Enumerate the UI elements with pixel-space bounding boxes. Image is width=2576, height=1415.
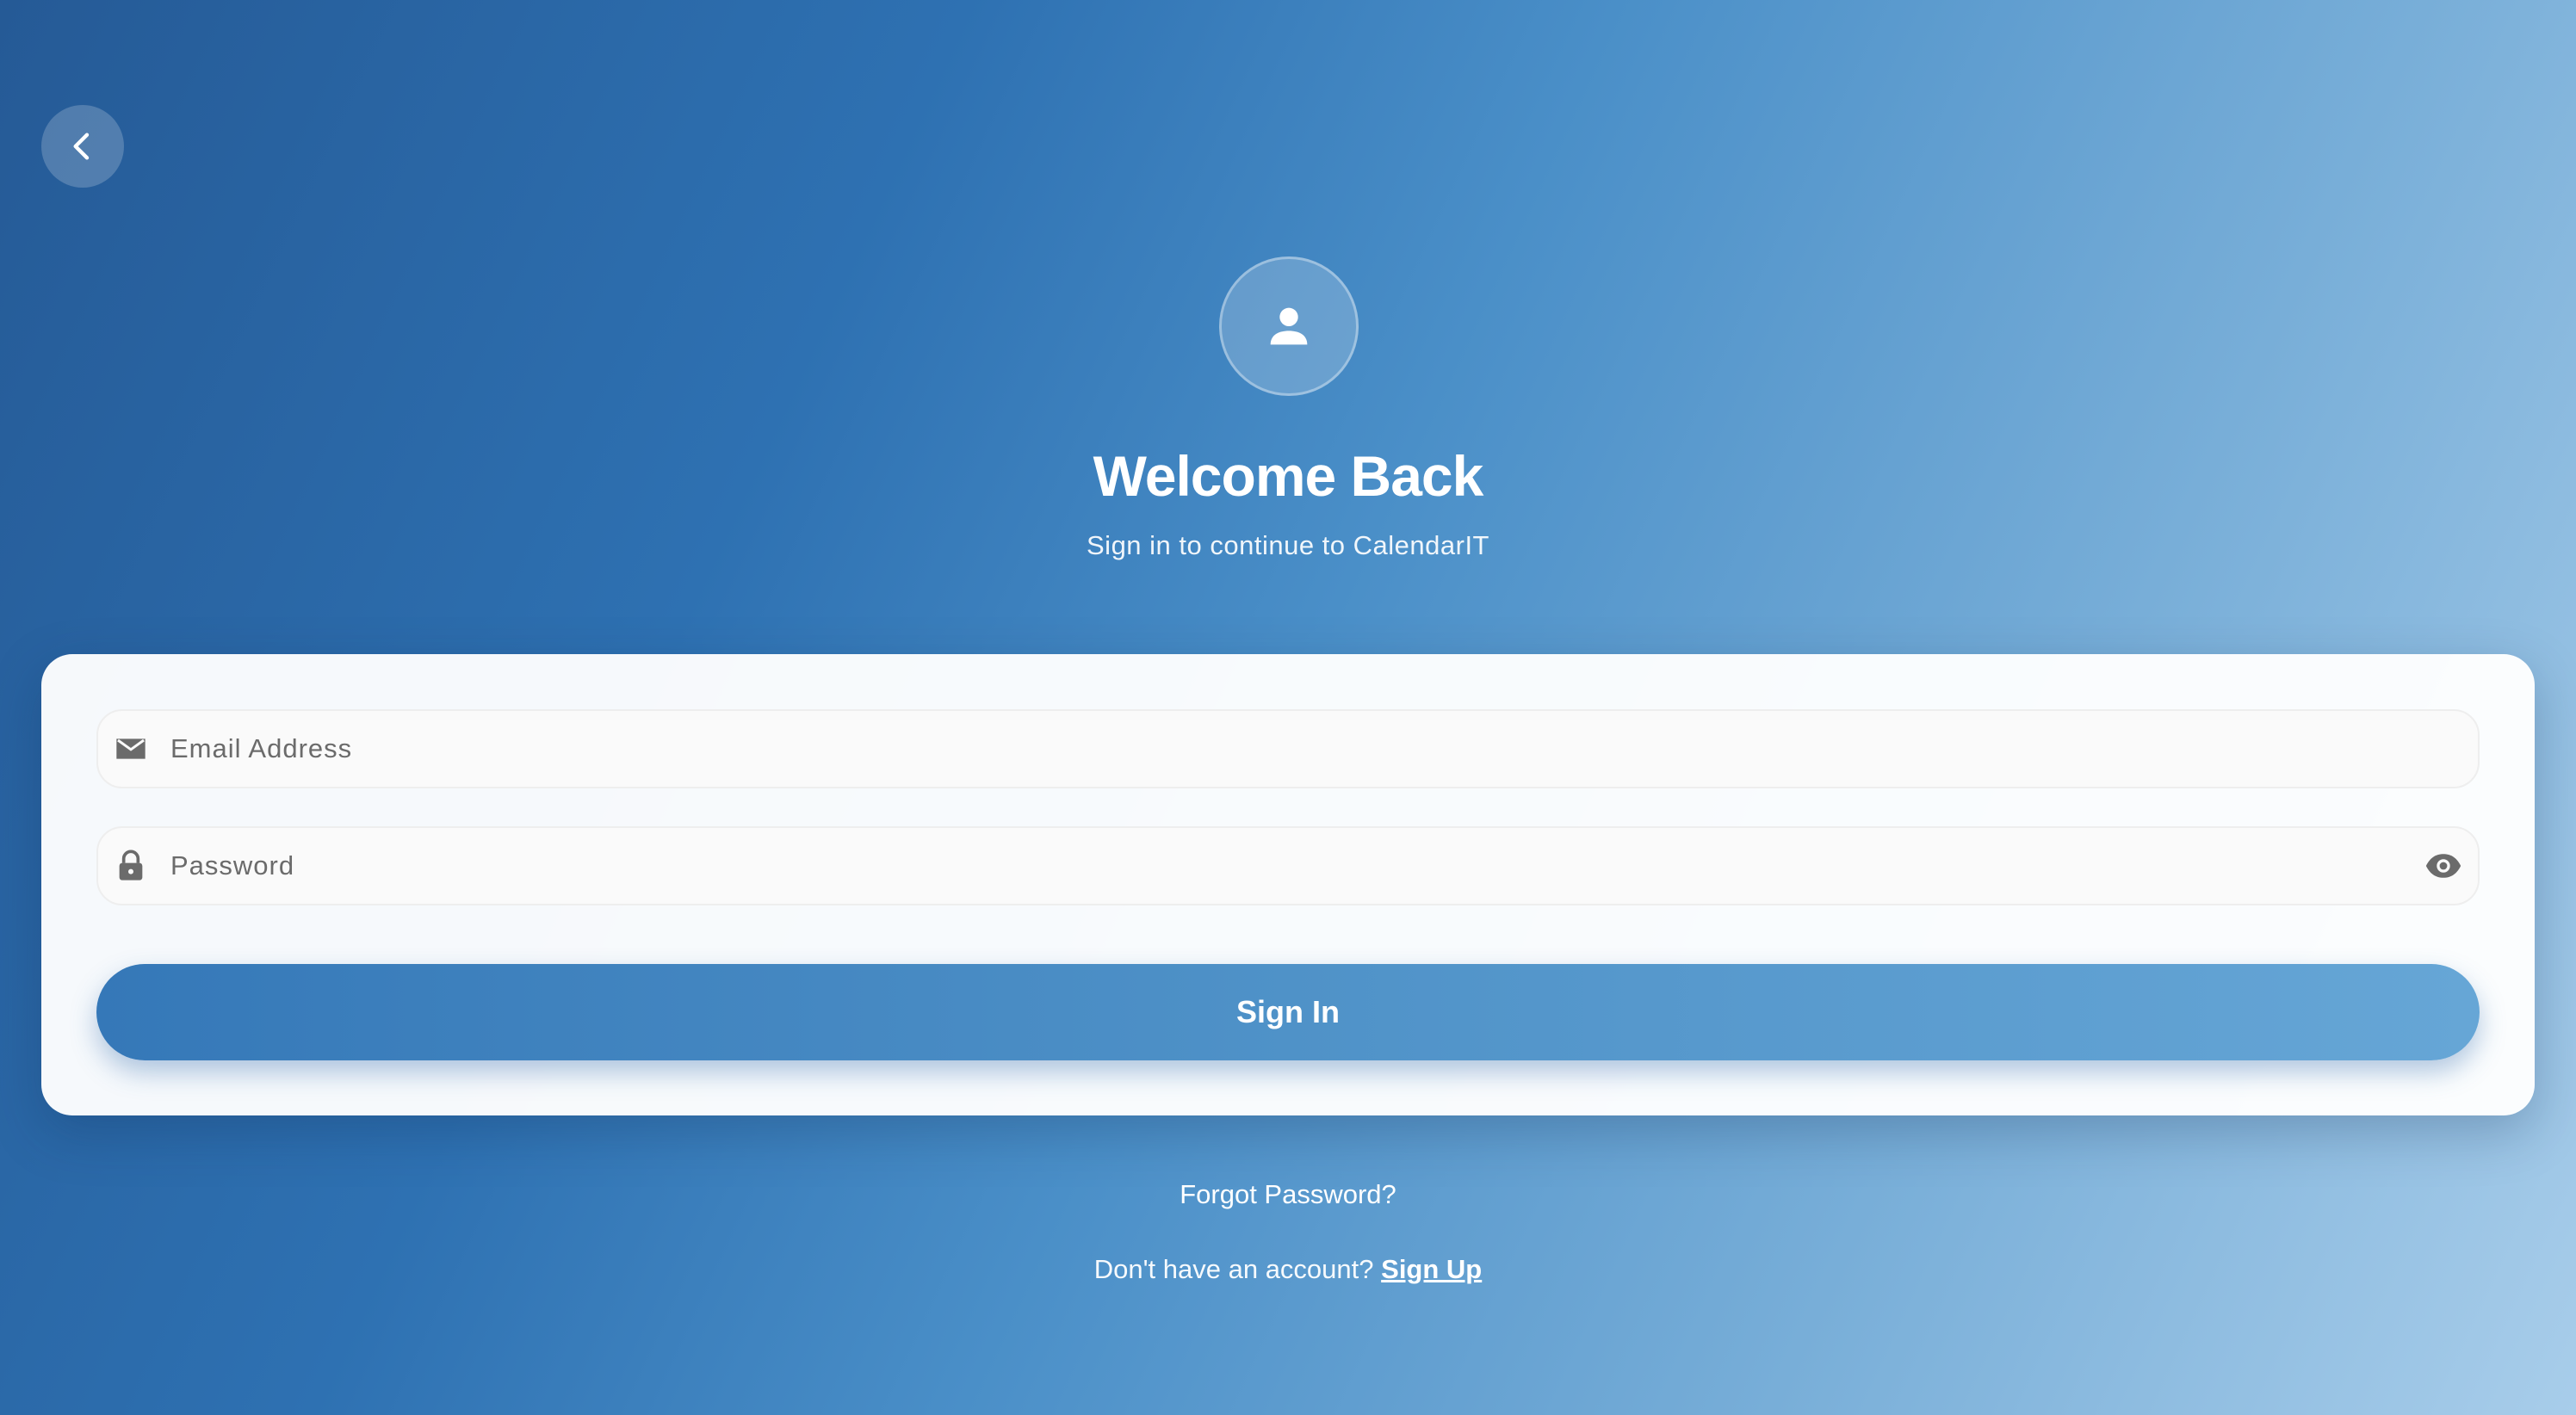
sign-in-button[interactable]: Sign In — [96, 964, 2480, 1060]
email-field[interactable] — [96, 709, 2480, 788]
chevron-left-icon — [73, 133, 90, 160]
back-button[interactable] — [41, 105, 124, 188]
eye-icon[interactable] — [2423, 845, 2464, 887]
signup-prompt: Don't have an account? Sign Up — [0, 1252, 2576, 1287]
password-field[interactable] — [96, 826, 2480, 905]
lock-icon — [114, 849, 148, 883]
forgot-password-link[interactable]: Forgot Password? — [0, 1177, 2576, 1212]
email-input[interactable] — [170, 733, 2478, 764]
avatar — [1219, 256, 1359, 396]
page-title: Welcome Back — [1093, 444, 1484, 508]
mail-icon — [114, 732, 148, 766]
sign-up-link[interactable]: Sign Up — [1381, 1254, 1482, 1284]
no-account-text: Don't have an account? — [1093, 1254, 1374, 1284]
password-input[interactable] — [170, 850, 2423, 881]
page-subtitle: Sign in to continue to CalendarIT — [1087, 530, 1489, 560]
login-card: Sign In — [41, 654, 2535, 1115]
person-icon — [1270, 307, 1308, 345]
